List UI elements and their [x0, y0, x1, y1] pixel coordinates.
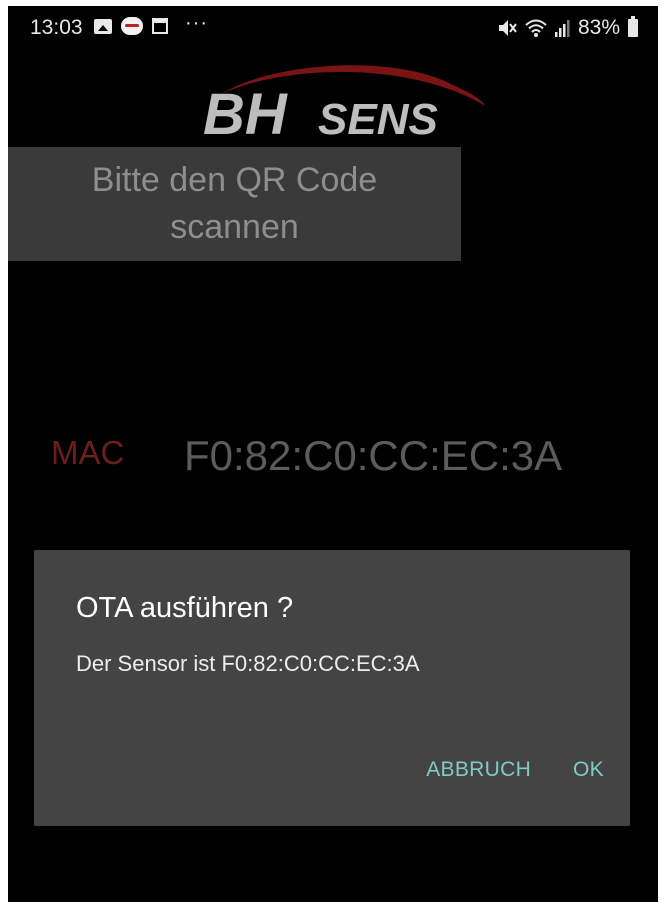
- ota-confirm-dialog: OTA ausführen ? Der Sensor ist F0:82:C0:…: [34, 550, 630, 826]
- signal-icon: [554, 20, 570, 37]
- status-bar: 13:03 ··· 83%: [8, 6, 658, 50]
- scan-qr-button[interactable]: Bitte den QR Code scannen: [8, 147, 461, 261]
- bhsens-logo: BH SENS: [203, 65, 485, 144]
- dialog-message: Der Sensor ist F0:82:C0:CC:EC:3A: [76, 651, 420, 676]
- battery-icon: [628, 16, 638, 37]
- dialog-buttons: ABBRUCH OK: [410, 748, 620, 792]
- status-time: 13:03: [30, 16, 83, 39]
- logo-text-secondary: SENS: [318, 95, 438, 144]
- dialog-title: OTA ausführen ?: [76, 592, 294, 624]
- more-notifications-icon: ···: [185, 12, 208, 34]
- app-screen: 13:03 ··· 83% BH SENS Bitte den QR Code …: [8, 6, 658, 902]
- notification-icons: ···: [94, 12, 208, 35]
- mac-value: F0:82:C0:CC:EC:3A: [184, 432, 563, 479]
- calendar-icon: [152, 18, 168, 34]
- cancel-button[interactable]: ABBRUCH: [410, 748, 547, 792]
- logo-text-primary: BH: [203, 82, 288, 144]
- app-notification-icon: [121, 17, 143, 35]
- mac-label: MAC: [51, 434, 125, 471]
- wifi-icon: [525, 19, 547, 37]
- system-icons: 83%: [496, 16, 638, 40]
- scan-qr-button-label: Bitte den QR Code scannen: [91, 161, 378, 246]
- gallery-icon: [94, 18, 112, 34]
- ok-button[interactable]: OK: [557, 748, 620, 792]
- mute-icon: [498, 20, 517, 36]
- battery-percent: 83%: [577, 16, 620, 39]
